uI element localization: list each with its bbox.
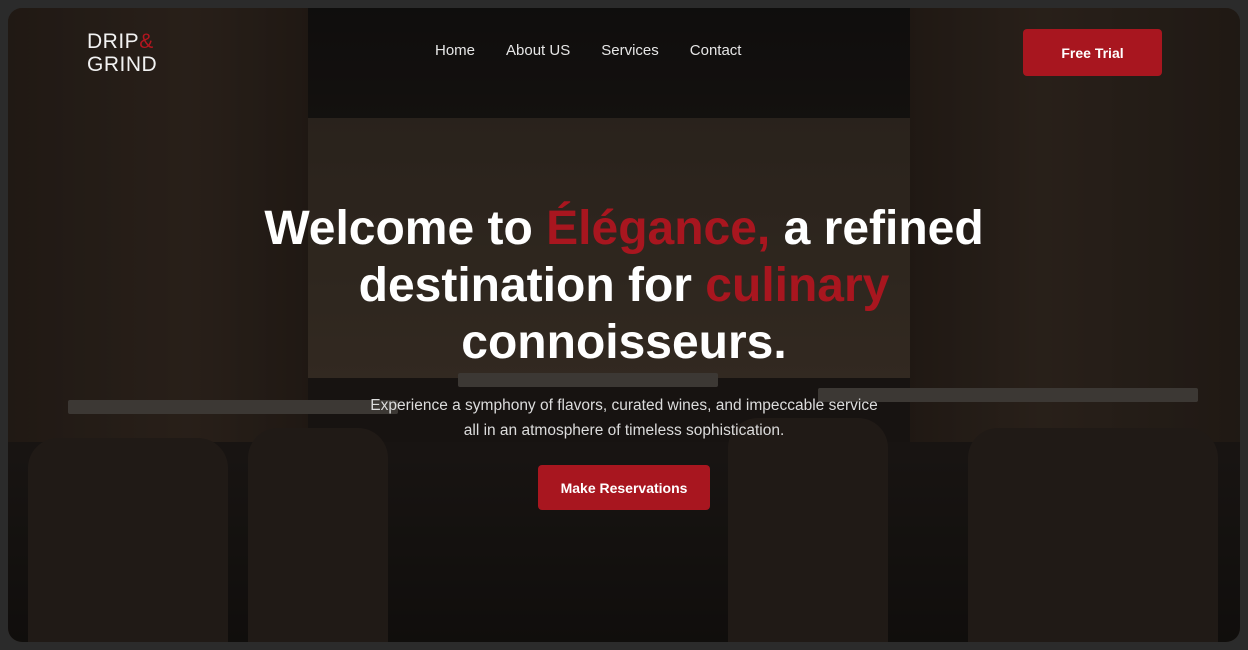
page-frame: DRIP& GRIND Home About US Services Conta…	[8, 8, 1240, 642]
brand-logo[interactable]: DRIP& GRIND	[87, 30, 157, 76]
hero-title-accent-elegance: Élégance,	[546, 202, 771, 255]
hero-title-part: Welcome to	[264, 202, 547, 255]
nav-item-home[interactable]: Home	[435, 42, 475, 59]
logo-word-grind: GRIND	[87, 53, 158, 76]
logo-ampersand: &	[139, 30, 154, 53]
hero-section: Welcome to Élégance, a refined destinati…	[8, 200, 1240, 510]
nav-item-about[interactable]: About US	[506, 42, 570, 59]
nav-item-services[interactable]: Services	[601, 42, 659, 59]
hero-title-part: connoisseurs.	[461, 316, 787, 369]
hero-subtitle: Experience a symphony of flavors, curate…	[370, 397, 878, 439]
hero-title: Welcome to Élégance, a refined destinati…	[244, 200, 1004, 371]
main-nav: Home About US Services Contact	[435, 42, 741, 59]
nav-item-contact[interactable]: Contact	[690, 42, 742, 59]
logo-word-drip: DRIP	[87, 30, 140, 53]
make-reservations-button[interactable]: Make Reservations	[538, 465, 710, 510]
hero-title-accent-culinary: culinary	[705, 259, 890, 312]
free-trial-button[interactable]: Free Trial	[1023, 29, 1162, 76]
